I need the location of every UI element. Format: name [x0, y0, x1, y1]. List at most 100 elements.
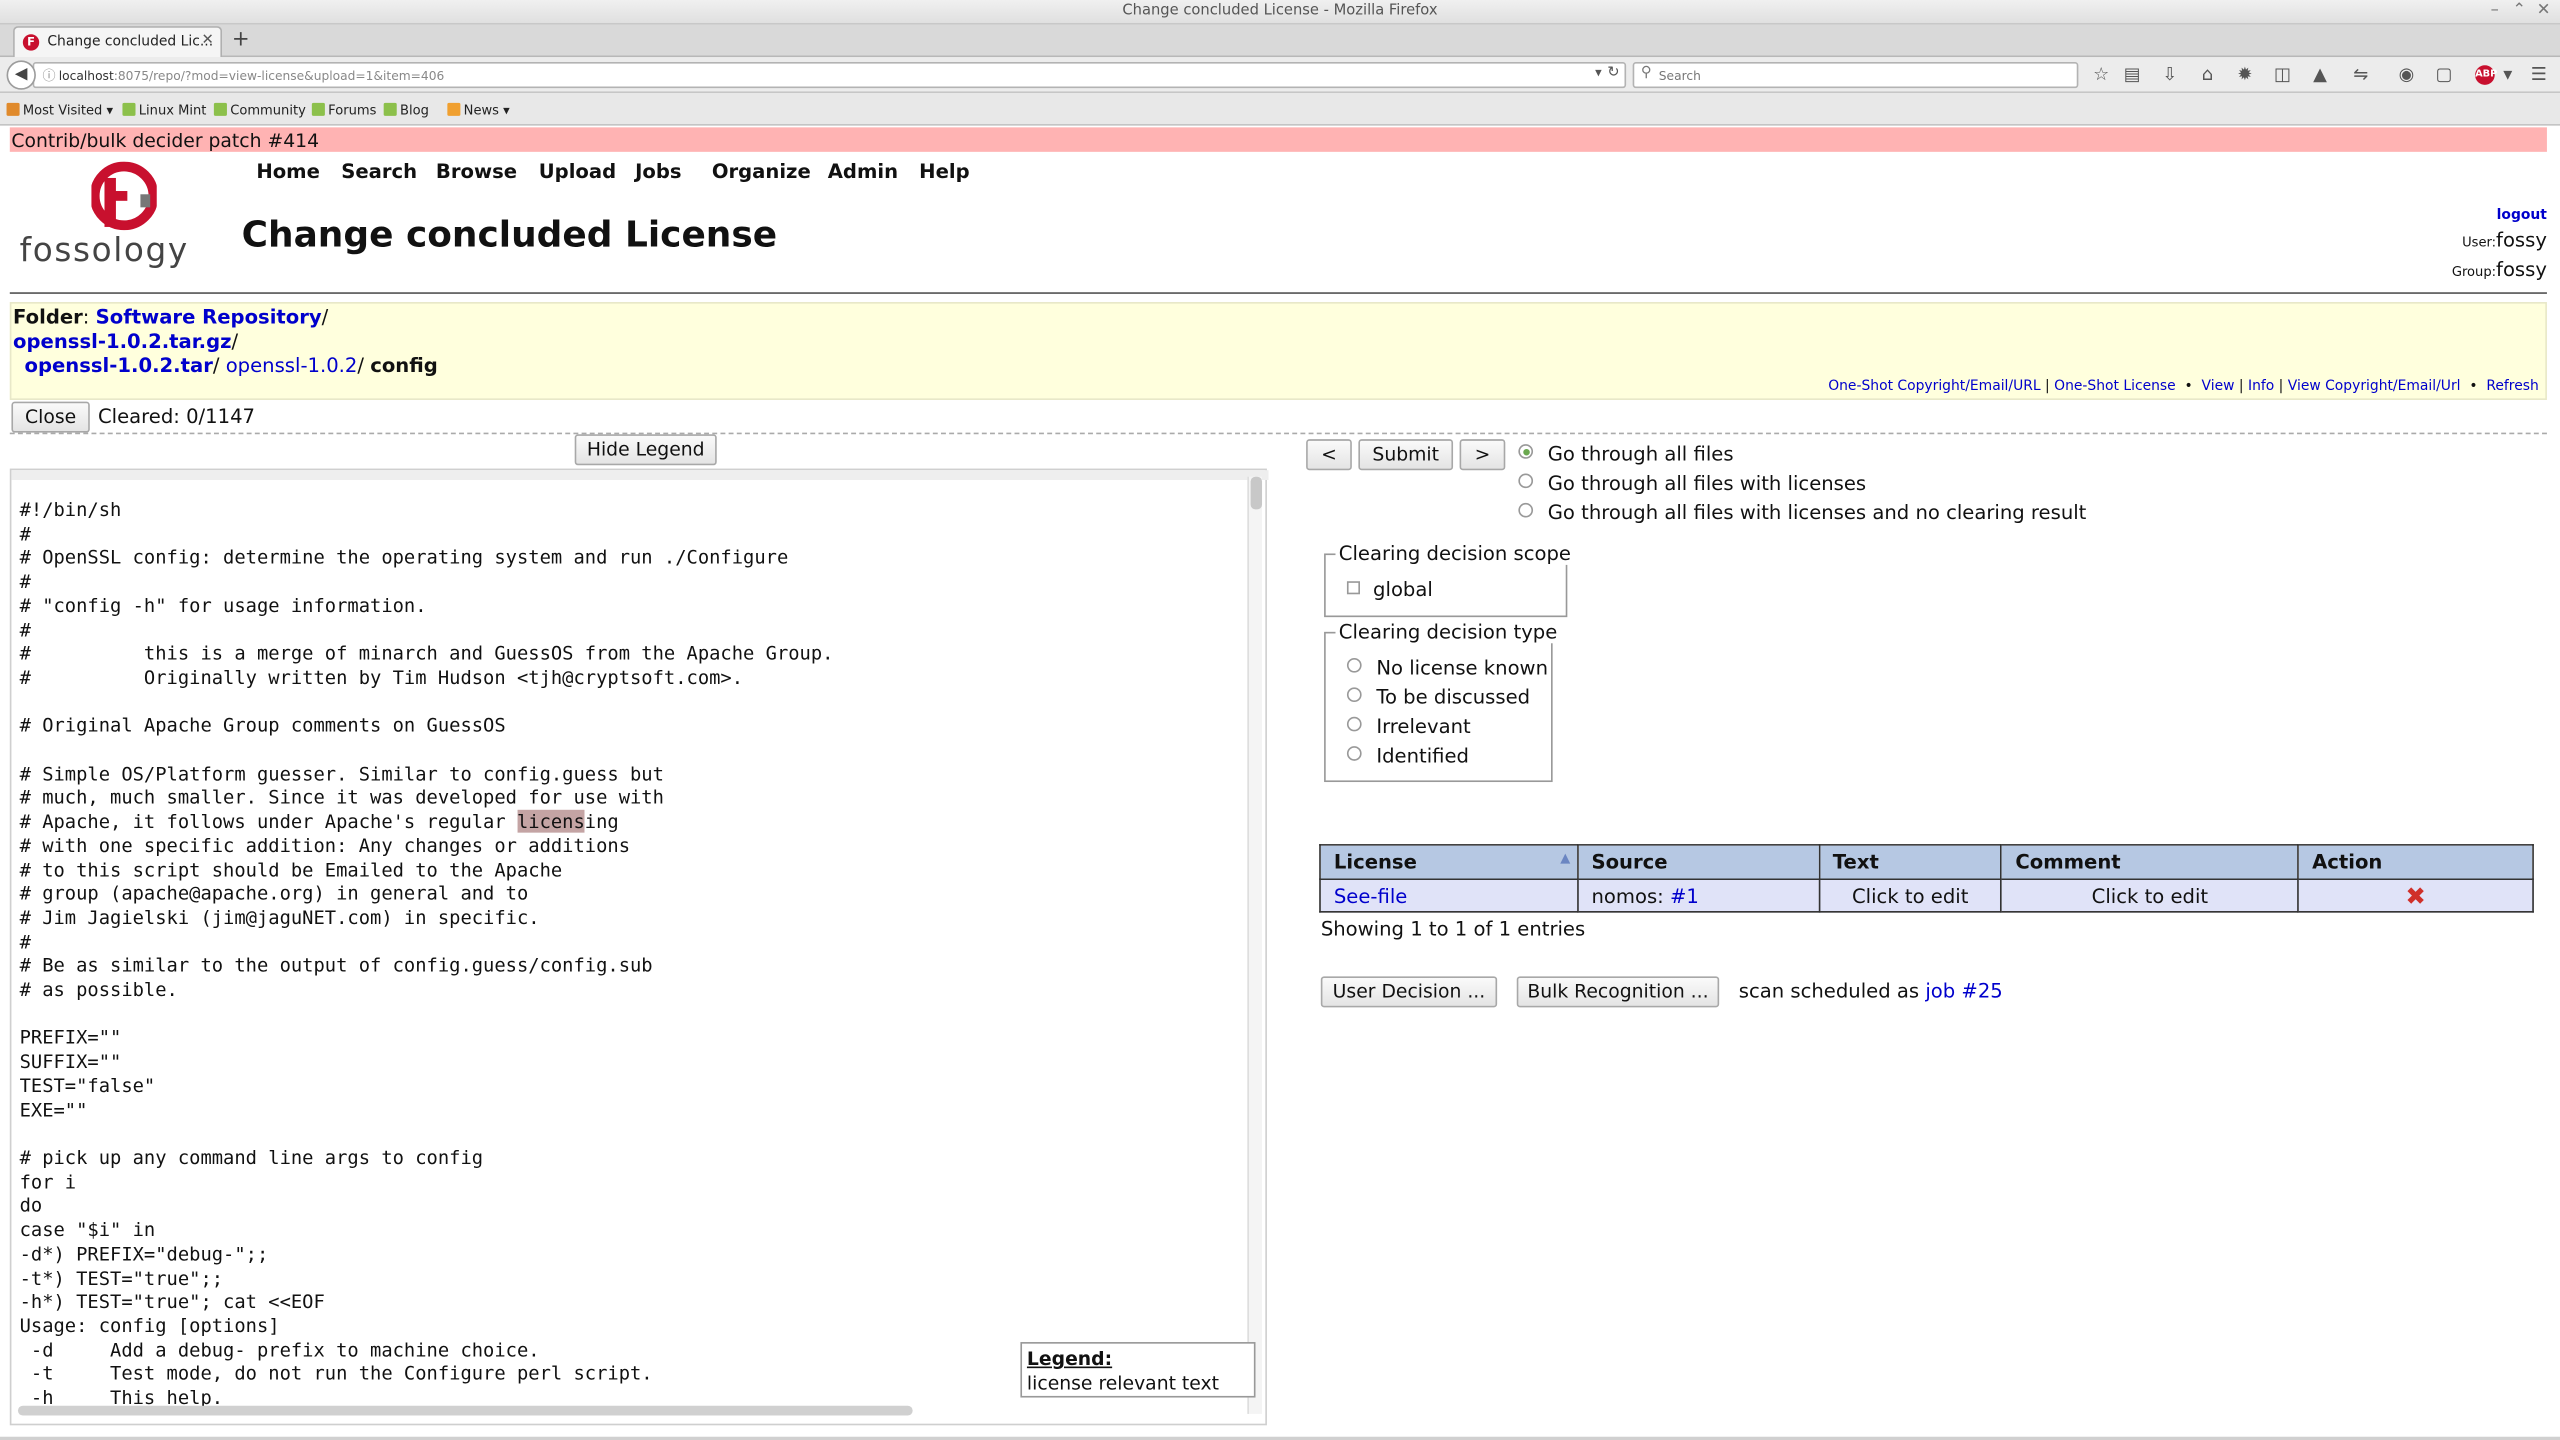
- adblock-icon[interactable]: ABP: [2475, 65, 2497, 85]
- reading-list-icon[interactable]: ▤: [2119, 62, 2145, 88]
- cell-license: See-file: [1319, 878, 1579, 913]
- table-row: See-file nomos: #1 Click to edit Click t…: [1319, 878, 2534, 913]
- cleared-count: Cleared: 0/1147: [97, 404, 256, 428]
- close-window-icon[interactable]: ✕: [2534, 2, 2554, 20]
- home-icon[interactable]: ⌂: [2194, 62, 2220, 88]
- horizontal-scrollbar[interactable]: [17, 1405, 913, 1416]
- cell-text[interactable]: Click to edit: [1818, 878, 2003, 913]
- breadcrumb-tar[interactable]: openssl-1.0.2.tar: [24, 354, 212, 377]
- delete-icon[interactable]: ✖: [2405, 881, 2426, 910]
- url-text: localhost:8075/repo/?mod=view-license&up…: [59, 69, 445, 84]
- reload-icon[interactable]: ↻: [1607, 65, 1619, 81]
- license-link[interactable]: See-file: [1334, 884, 1407, 907]
- identified-radio[interactable]: [1346, 746, 1362, 761]
- bookmark-star-icon[interactable]: ☆: [2088, 62, 2114, 88]
- column-license[interactable]: License ▲: [1319, 844, 1579, 880]
- menu-browse[interactable]: Browse: [436, 160, 517, 183]
- go-through-all-files-radio[interactable]: [1518, 444, 1534, 459]
- url-dropdown-icon[interactable]: ▾: [1595, 65, 1602, 80]
- bookmark-news[interactable]: News ▾: [447, 102, 510, 118]
- network-icon[interactable]: ▲: [2307, 62, 2333, 88]
- bug-icon[interactable]: ✹: [2232, 62, 2258, 88]
- sort-ascending-icon[interactable]: ▲: [1560, 851, 1570, 866]
- action-links: One-Shot Copyright/Email/URL | One-Shot …: [1828, 378, 2539, 396]
- close-button[interactable]: Close: [11, 401, 90, 433]
- bookmark-forums[interactable]: Forums: [311, 102, 376, 118]
- breadcrumb-dir[interactable]: openssl-1.0.2: [226, 354, 358, 377]
- group-name: fossy: [2496, 257, 2547, 281]
- bookmark-blog[interactable]: Blog: [383, 102, 429, 118]
- menu-help[interactable]: Help: [919, 160, 969, 183]
- dashed-divider: [9, 432, 2547, 435]
- global-checkbox[interactable]: [1346, 581, 1360, 595]
- window-titlebar: Change concluded License - Mozilla Firef…: [0, 0, 2560, 25]
- browser-tab[interactable]: F Change concluded Lic... ✕: [13, 26, 223, 58]
- refresh-link[interactable]: Refresh: [2486, 379, 2538, 395]
- job-link[interactable]: job #25: [1925, 980, 2002, 1003]
- maximize-icon[interactable]: ⌃: [2509, 2, 2529, 20]
- bulk-recognition-button[interactable]: Bulk Recognition ...: [1516, 976, 1720, 1008]
- go-through-files-with-licenses-radio[interactable]: [1518, 473, 1534, 489]
- go-through-files-no-clearing-radio[interactable]: [1518, 502, 1534, 518]
- breadcrumb-software-repository[interactable]: Software Repository: [96, 305, 322, 328]
- menu-upload[interactable]: Upload: [539, 160, 616, 183]
- menu-jobs[interactable]: Jobs: [635, 160, 681, 183]
- one-shot-license-link[interactable]: One-Shot License: [2054, 379, 2176, 395]
- to-be-discussed-radio[interactable]: [1346, 687, 1362, 703]
- cell-comment[interactable]: Click to edit: [2000, 878, 2300, 913]
- menu-hamburger-icon[interactable]: ☰: [2526, 62, 2552, 88]
- minimize-icon[interactable]: –: [2485, 2, 2505, 20]
- column-action[interactable]: Action: [2297, 844, 2534, 880]
- to-be-discussed-label: To be discussed: [1376, 685, 1531, 709]
- next-button[interactable]: >: [1459, 439, 1506, 471]
- back-button[interactable]: ◀: [6, 60, 36, 90]
- adblock-dropdown-icon[interactable]: ▾: [2495, 62, 2521, 88]
- tab-close-icon[interactable]: ✕: [202, 33, 214, 49]
- downloads-icon[interactable]: ⇩: [2157, 62, 2183, 88]
- vertical-scroll-thumb[interactable]: [1250, 476, 1263, 510]
- url-bar[interactable]: ⓘ localhost:8075/repo/?mod=view-license&…: [32, 62, 1627, 89]
- no-license-known-radio[interactable]: [1346, 657, 1362, 673]
- extension-icon[interactable]: ⇋: [2348, 62, 2374, 88]
- pocket-icon[interactable]: ◫: [2269, 62, 2295, 88]
- go-through-files-with-licenses-label: Go through all files with licenses: [1547, 471, 1867, 495]
- user-name: fossy: [2496, 228, 2547, 252]
- view-link[interactable]: View: [2202, 379, 2235, 395]
- menu-home[interactable]: Home: [256, 160, 320, 183]
- chat-icon[interactable]: ◉: [2393, 62, 2419, 88]
- view-copyright-link[interactable]: View Copyright/Email/Url: [2288, 379, 2461, 395]
- info-link[interactable]: Info: [2248, 379, 2274, 395]
- column-source[interactable]: Source: [1576, 844, 1820, 880]
- bookmark-most-visited[interactable]: Most Visited ▾: [6, 102, 114, 118]
- column-comment[interactable]: Comment: [2000, 844, 2300, 880]
- menu-search[interactable]: Search: [341, 160, 417, 183]
- user-decision-button[interactable]: User Decision ...: [1320, 976, 1498, 1008]
- logout-link[interactable]: logout: [2497, 207, 2547, 223]
- legend-box: Legend: license relevant text: [1020, 1342, 1256, 1398]
- site-info-icon[interactable]: ⓘ: [42, 67, 55, 85]
- new-tab-icon[interactable]: +: [232, 28, 250, 52]
- menu-admin[interactable]: Admin: [828, 160, 898, 183]
- vertical-scrollbar[interactable]: [1247, 476, 1263, 1414]
- bookmark-community[interactable]: Community: [213, 102, 306, 118]
- decision-type-legend: Clearing decision type: [1335, 620, 1561, 644]
- url-path: :8075/repo/?mod=view-license&upload=1&it…: [113, 68, 445, 84]
- search-bar[interactable]: ⚲ Search: [1632, 62, 2079, 89]
- source-link[interactable]: #1: [1670, 884, 1699, 907]
- file-content-viewer[interactable]: #!/bin/sh # # OpenSSL config: determine …: [9, 468, 1269, 1426]
- menu-organize[interactable]: Organize: [712, 160, 811, 183]
- submit-button[interactable]: Submit: [1358, 439, 1454, 471]
- hide-legend-button[interactable]: Hide Legend: [574, 434, 717, 466]
- url-host: localhost: [58, 68, 114, 84]
- fossology-logo[interactable]: fossology: [16, 161, 228, 276]
- page-content: Contrib/bulk decider patch #414 fossolog…: [0, 125, 2560, 1440]
- column-text[interactable]: Text: [1818, 844, 2003, 880]
- one-shot-copyright-link[interactable]: One-Shot Copyright/Email/URL: [1828, 379, 2040, 395]
- previous-button[interactable]: <: [1306, 439, 1352, 471]
- irrelevant-radio[interactable]: [1346, 716, 1362, 732]
- breadcrumb-archive[interactable]: openssl-1.0.2.tar.gz: [13, 330, 231, 353]
- folder-icon[interactable]: ▢: [2431, 62, 2457, 88]
- bookmark-linux-mint[interactable]: Linux Mint: [122, 102, 206, 118]
- breadcrumb-line-2: openssl-1.0.2.tar.gz/: [13, 329, 239, 353]
- license-highlight[interactable]: licens: [516, 810, 585, 833]
